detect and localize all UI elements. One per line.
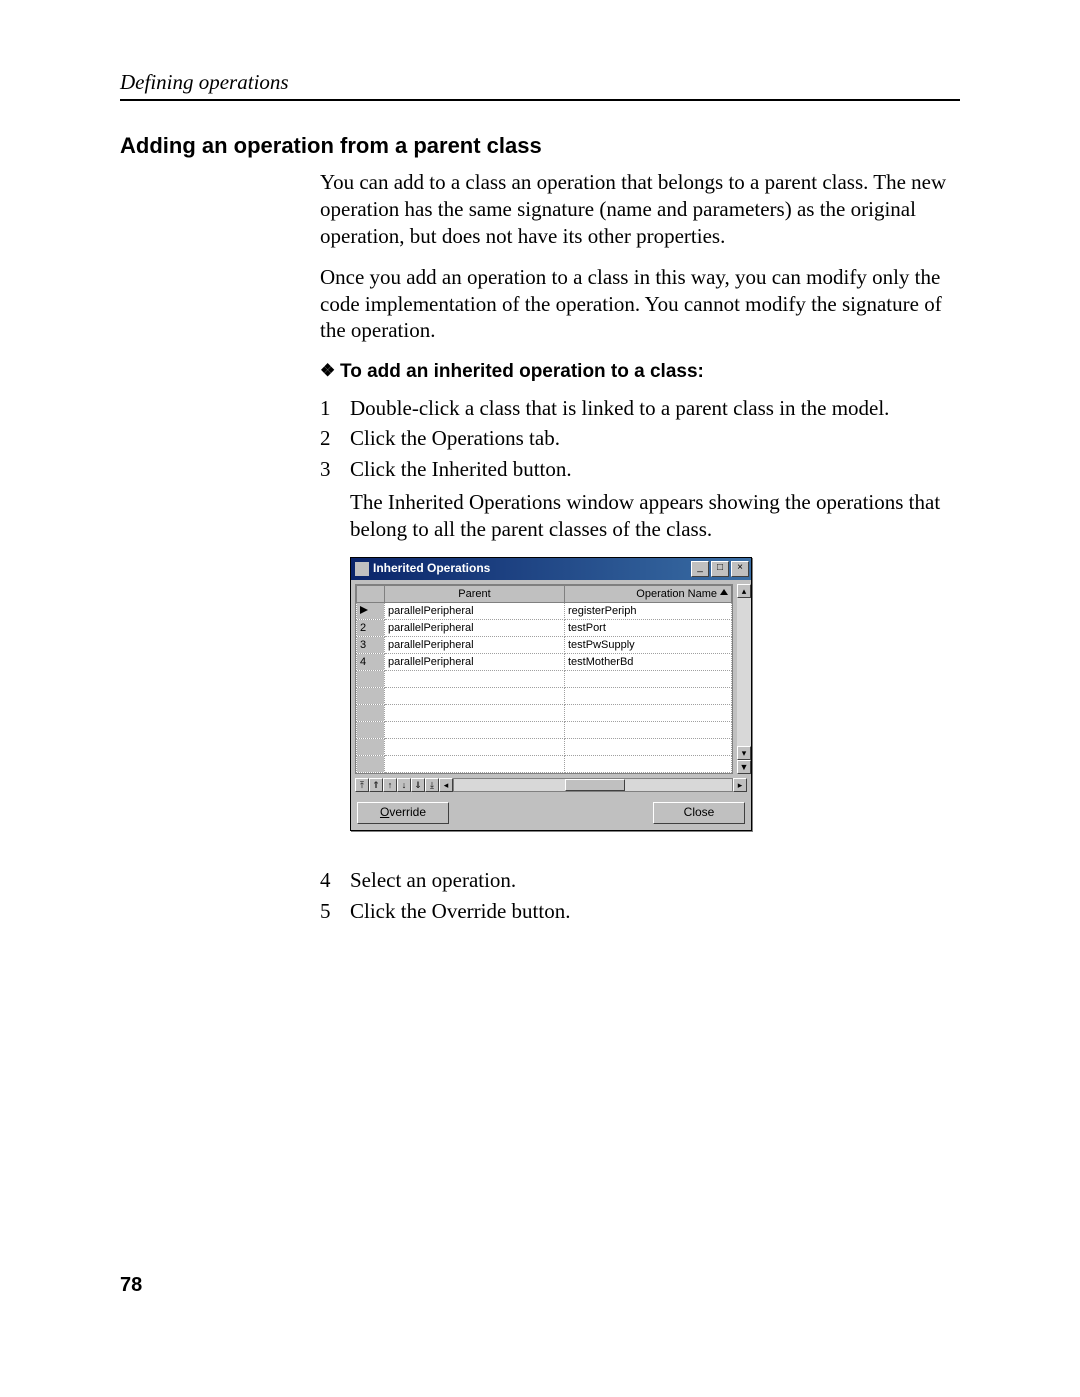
col-parent[interactable]: Parent xyxy=(385,585,565,602)
grid-header-row: Parent Operation Name xyxy=(357,585,732,602)
intro-para-1: You can add to a class an operation that… xyxy=(320,169,960,250)
step-num: 1 xyxy=(320,395,350,422)
cell-op: testPwSupply xyxy=(565,637,732,654)
cell-op: testMotherBd xyxy=(565,654,732,671)
maximize-button[interactable]: □ xyxy=(711,561,729,577)
override-button[interactable]: Override xyxy=(357,802,449,823)
page-number: 78 xyxy=(120,1274,142,1297)
step-text: Click the Inherited button. xyxy=(350,456,960,483)
dialog-titlebar: Inherited Operations _ □ × xyxy=(351,558,751,580)
cell-parent: parallelPeripheral xyxy=(385,654,565,671)
table-row[interactable]: 4 parallelPeripheral testMotherBd xyxy=(357,654,732,671)
table-row[interactable]: 3 parallelPeripheral testPwSupply xyxy=(357,637,732,654)
grid-nav-bar: ⤒ ⇑ ↑ ↓ ⇓ ⤓ ◂ ▸ xyxy=(355,778,747,792)
steps-list-a: 1 Double-click a class that is linked to… xyxy=(320,395,960,851)
procedure-heading-text: To add an inherited operation to a class… xyxy=(340,361,704,382)
step-5: 5 Click the Override button. xyxy=(320,898,960,925)
sort-asc-icon xyxy=(720,589,728,595)
scroll-right-icon[interactable]: ▸ xyxy=(733,778,747,792)
col-operation-name[interactable]: Operation Name xyxy=(565,585,732,602)
minimize-button[interactable]: _ xyxy=(691,561,709,577)
procedure-heading: ❖ To add an inherited operation to a clas… xyxy=(320,360,960,384)
table-row-empty[interactable] xyxy=(357,722,732,739)
hscroll-track[interactable] xyxy=(453,778,733,792)
scroll-down-icon[interactable]: ▾ xyxy=(737,746,751,760)
row-selector-header[interactable] xyxy=(357,585,385,602)
row-number: 3 xyxy=(357,637,385,654)
cell-op: registerPeriph xyxy=(565,603,732,620)
table-row-empty[interactable] xyxy=(357,688,732,705)
scroll-left-icon[interactable]: ◂ xyxy=(439,778,453,792)
table-row[interactable]: 2 parallelPeripheral testPort xyxy=(357,620,732,637)
step-num: 4 xyxy=(320,867,350,894)
vertical-scrollbar[interactable]: ▴ ▾ ▼ xyxy=(737,584,751,774)
step-4: 4 Select an operation. xyxy=(320,867,960,894)
cell-op: testPort xyxy=(565,620,732,637)
table-row-empty[interactable] xyxy=(357,705,732,722)
close-icon[interactable]: × xyxy=(731,561,749,577)
close-button[interactable]: Close xyxy=(653,802,745,823)
row-indicator xyxy=(357,603,385,620)
step-3: 3 Click the Inherited button. The Inheri… xyxy=(320,456,960,850)
nav-up-icon[interactable]: ⇑ xyxy=(369,778,383,792)
intro-para-2: Once you add an operation to a class in … xyxy=(320,264,960,345)
scroll-end-icon[interactable]: ▼ xyxy=(737,760,751,774)
running-head: Defining operations xyxy=(120,70,960,101)
scroll-track[interactable] xyxy=(737,598,751,746)
operations-grid[interactable]: Parent Operation Name parallelPeripheral… xyxy=(355,584,733,774)
table-row[interactable]: parallelPeripheral registerPeriph xyxy=(357,603,732,620)
inherited-operations-dialog: Inherited Operations _ □ × xyxy=(350,557,752,831)
step-text: Click the Override button. xyxy=(350,898,960,925)
hscroll-thumb[interactable] xyxy=(565,779,625,791)
step-2: 2 Click the Operations tab. xyxy=(320,425,960,452)
cell-parent: parallelPeripheral xyxy=(385,620,565,637)
nav-prev-icon[interactable]: ↑ xyxy=(383,778,397,792)
step-3-result: The Inherited Operations window appears … xyxy=(350,489,960,543)
section-title: Adding an operation from a parent class xyxy=(120,133,960,159)
cell-parent: parallelPeripheral xyxy=(385,637,565,654)
nav-first-icon[interactable]: ⤒ xyxy=(355,778,369,792)
step-num: 2 xyxy=(320,425,350,452)
scroll-up-icon[interactable]: ▴ xyxy=(737,584,751,598)
diamond-bullet-icon: ❖ xyxy=(320,360,334,382)
step-text: Select an operation. xyxy=(350,867,960,894)
steps-list-b: 4 Select an operation. 5 Click the Overr… xyxy=(320,867,960,925)
nav-down-icon[interactable]: ⇓ xyxy=(411,778,425,792)
step-text: Double-click a class that is linked to a… xyxy=(350,395,960,422)
current-row-arrow-icon xyxy=(360,606,368,614)
step-text: Click the Operations tab. xyxy=(350,425,960,452)
nav-next-icon[interactable]: ↓ xyxy=(397,778,411,792)
row-number: 2 xyxy=(357,620,385,637)
table-row-empty[interactable] xyxy=(357,756,732,773)
app-icon xyxy=(355,562,369,576)
nav-last-icon[interactable]: ⤓ xyxy=(425,778,439,792)
row-number: 4 xyxy=(357,654,385,671)
step-num: 3 xyxy=(320,456,350,850)
dialog-title: Inherited Operations xyxy=(373,561,689,576)
cell-parent: parallelPeripheral xyxy=(385,603,565,620)
table-row-empty[interactable] xyxy=(357,671,732,688)
step-num: 5 xyxy=(320,898,350,925)
table-row-empty[interactable] xyxy=(357,739,732,756)
step-1: 1 Double-click a class that is linked to… xyxy=(320,395,960,422)
